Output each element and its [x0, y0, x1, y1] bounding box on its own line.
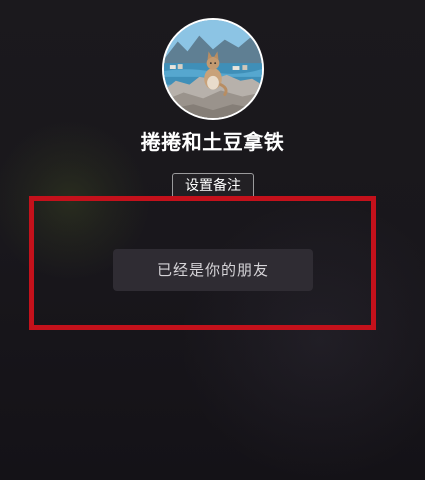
friend-status-badge: 已经是你的朋友	[113, 249, 313, 291]
profile-screen: 捲捲和土豆拿铁 设置备注 已经是你的朋友	[0, 0, 425, 480]
profile-avatar[interactable]	[162, 18, 264, 120]
profile-username: 捲捲和土豆拿铁	[140, 130, 285, 154]
cat-on-cliff-avatar-icon	[164, 20, 262, 118]
